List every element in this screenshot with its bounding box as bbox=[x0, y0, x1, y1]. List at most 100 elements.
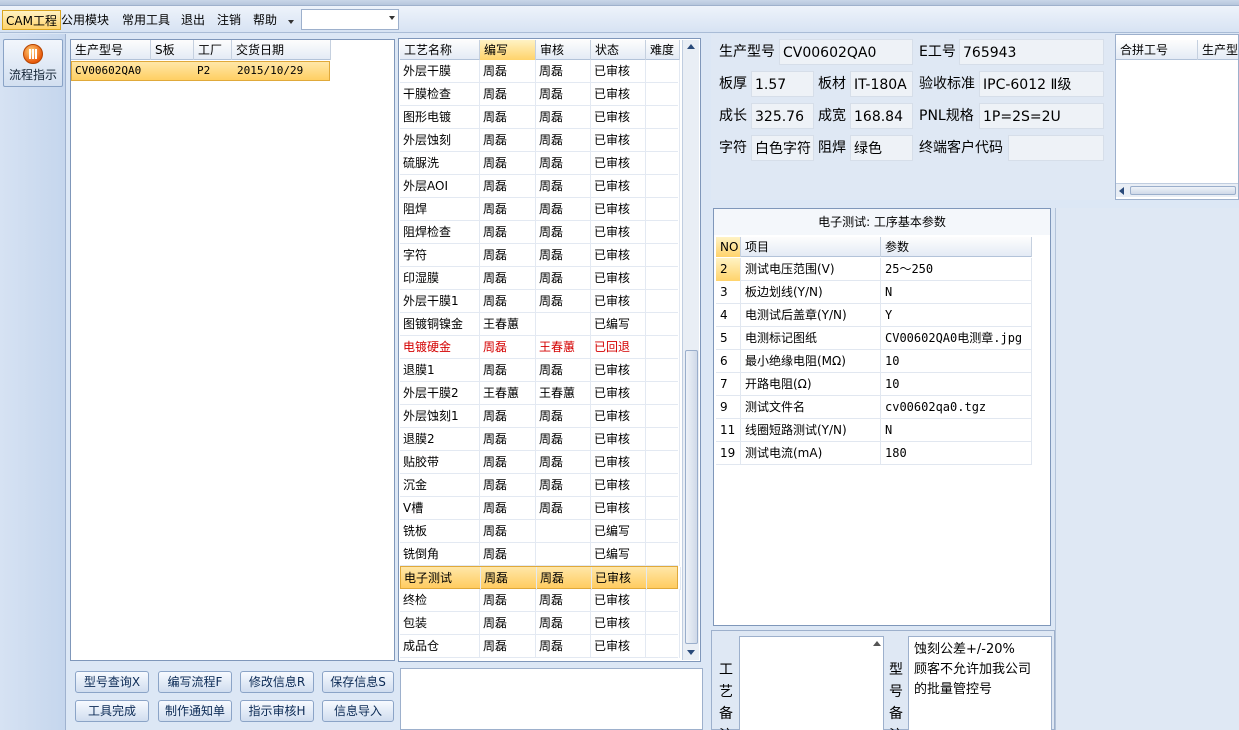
character-field[interactable]: 白色字符 bbox=[751, 135, 814, 161]
help-dropdown-arrow-icon[interactable] bbox=[288, 20, 294, 24]
width-field[interactable]: 168.84 bbox=[850, 103, 913, 129]
col-writer[interactable]: 编写 bbox=[480, 40, 536, 60]
menu-exit[interactable]: 退出 bbox=[178, 10, 208, 30]
process-row[interactable]: 外层干膜2 王春蕙 王春蕙 已审核 bbox=[400, 382, 680, 405]
process-row[interactable]: 外层蚀刻 周磊 周磊 已审核 bbox=[400, 129, 680, 152]
process-row[interactable]: 外层AOI 周磊 周磊 已审核 bbox=[400, 175, 680, 198]
process-list-scrollbar[interactable] bbox=[682, 40, 699, 660]
process-row[interactable]: 成品仓 周磊 周磊 已审核 bbox=[400, 635, 680, 658]
col-factory[interactable]: 工厂 bbox=[194, 40, 232, 60]
instruction-review-button[interactable]: 指示审核H bbox=[240, 700, 314, 722]
process-cell-reviewer: 周磊 bbox=[536, 635, 591, 658]
material-field[interactable]: IT-180A bbox=[850, 71, 913, 97]
thickness-label: 板厚 bbox=[719, 76, 747, 92]
process-row[interactable]: 阻焊 周磊 周磊 已审核 bbox=[400, 198, 680, 221]
process-row[interactable]: 铣倒角 周磊 已编写 bbox=[400, 543, 680, 566]
col-item[interactable]: 项目 bbox=[741, 237, 881, 257]
col-model[interactable]: 生产型号 bbox=[71, 40, 151, 60]
make-notice-button[interactable]: 制作通知单 bbox=[158, 700, 232, 722]
model-remark-textarea[interactable]: 蚀刻公差+/-20% 顾客不允许加我公司的批量管控号 bbox=[908, 636, 1052, 730]
process-row[interactable]: 电镀硬金 周磊 王春蕙 已回退 bbox=[400, 336, 680, 359]
scroll-up-icon[interactable] bbox=[687, 44, 695, 49]
info-import-button[interactable]: 信息导入 bbox=[322, 700, 394, 722]
process-row[interactable]: 图镀铜镍金 王春蕙 已编写 bbox=[400, 313, 680, 336]
write-flow-button[interactable]: 编写流程F bbox=[158, 671, 232, 693]
process-row[interactable]: 图形电镀 周磊 周磊 已审核 bbox=[400, 106, 680, 129]
etest-row[interactable]: 7 开路电阻(Ω) 10 bbox=[716, 373, 1032, 396]
col-merge-job-no[interactable]: 合拼工号 bbox=[1116, 40, 1198, 60]
process-row[interactable]: 退膜1 周磊 周磊 已审核 bbox=[400, 359, 680, 382]
etest-row[interactable]: 6 最小绝缘电阻(MΩ) 10 bbox=[716, 350, 1032, 373]
hscroll-thumb[interactable] bbox=[1130, 186, 1236, 195]
scroll-left-icon[interactable] bbox=[1119, 187, 1124, 195]
standard-field[interactable]: IPC-6012 Ⅱ级 bbox=[979, 71, 1104, 97]
tool-complete-button[interactable]: 工具完成 bbox=[75, 700, 149, 722]
process-row[interactable]: 铣板 周磊 已编写 bbox=[400, 520, 680, 543]
etest-row[interactable]: 19 测试电流(mA) 180 bbox=[716, 442, 1032, 465]
process-row[interactable]: 印湿膜 周磊 周磊 已审核 bbox=[400, 267, 680, 290]
soldermask-field[interactable]: 绿色 bbox=[850, 135, 913, 161]
scroll-thumb[interactable] bbox=[685, 350, 698, 644]
menu-help[interactable]: 帮助 bbox=[250, 10, 280, 30]
modify-info-button[interactable]: 修改信息R bbox=[240, 671, 314, 693]
etest-row[interactable]: 4 电测试后盖章(Y/N) Y bbox=[716, 304, 1032, 327]
chevron-down-icon[interactable] bbox=[389, 16, 395, 20]
model-field[interactable]: CV00602QA0 bbox=[779, 39, 913, 65]
order-factory: P2 bbox=[197, 64, 211, 77]
merge-hscrollbar[interactable] bbox=[1116, 183, 1238, 197]
col-status[interactable]: 状态 bbox=[591, 40, 646, 60]
col-s-board[interactable]: S板 bbox=[151, 40, 194, 60]
etest-row[interactable]: 11 线圈短路测试(Y/N) N bbox=[716, 419, 1032, 442]
etest-row[interactable]: 5 电测标记图纸 CV00602QA0电测章.jpg bbox=[716, 327, 1032, 350]
process-cell-writer: 周磊 bbox=[481, 567, 537, 590]
thickness-field[interactable]: 1.57 bbox=[751, 71, 814, 97]
process-cell-writer: 周磊 bbox=[480, 428, 536, 451]
etest-row[interactable]: 3 板边划线(Y/N) N bbox=[716, 281, 1032, 304]
process-row[interactable]: 外层干膜1 周磊 周磊 已审核 bbox=[400, 290, 680, 313]
col-delivery-date[interactable]: 交货日期 bbox=[232, 40, 331, 60]
scroll-up-icon[interactable] bbox=[873, 641, 881, 646]
process-note-textarea[interactable] bbox=[400, 668, 703, 730]
process-row[interactable]: 退膜2 周磊 周磊 已审核 bbox=[400, 428, 680, 451]
process-row[interactable]: 包装 周磊 周磊 已审核 bbox=[400, 612, 680, 635]
process-row[interactable]: V槽 周磊 周磊 已审核 bbox=[400, 497, 680, 520]
menu-common-modules[interactable]: 公用模块 bbox=[58, 10, 112, 30]
save-info-button[interactable]: 保存信息S bbox=[322, 671, 394, 693]
process-cell-diff bbox=[646, 290, 680, 313]
flow-indicator-button[interactable]: 流程指示 bbox=[3, 39, 63, 87]
menu-combo-box[interactable] bbox=[301, 9, 399, 30]
menu-logout[interactable]: 注销 bbox=[214, 10, 244, 30]
process-row[interactable]: 硫脲洗 周磊 周磊 已审核 bbox=[400, 152, 680, 175]
col-process-name[interactable]: 工艺名称 bbox=[400, 40, 480, 60]
process-row[interactable]: 电子测试 周磊 周磊 已审核 bbox=[400, 566, 681, 590]
process-row[interactable]: 沉金 周磊 周磊 已审核 bbox=[400, 474, 680, 497]
scroll-down-icon[interactable] bbox=[687, 650, 695, 655]
eno-field[interactable]: 765943 bbox=[959, 39, 1104, 65]
process-row[interactable]: 字符 周磊 周磊 已审核 bbox=[400, 244, 680, 267]
menu-cam-project[interactable]: CAM工程 bbox=[2, 10, 61, 30]
customer-code-field[interactable] bbox=[1008, 135, 1104, 161]
process-row[interactable]: 外层蚀刻1 周磊 周磊 已审核 bbox=[400, 405, 680, 428]
process-cell-writer: 周磊 bbox=[480, 129, 536, 152]
etest-row[interactable]: 2 测试电压范围(V) 25～250 bbox=[716, 258, 1032, 281]
col-merge-model[interactable]: 生产型 bbox=[1198, 40, 1238, 60]
col-no[interactable]: NO bbox=[716, 237, 741, 257]
model-remark-label: 型号备注 bbox=[887, 659, 905, 730]
etest-row[interactable]: 9 测试文件名 cv00602qa0.tgz bbox=[716, 396, 1032, 419]
col-difficulty[interactable]: 难度 bbox=[646, 40, 680, 60]
model-query-button[interactable]: 型号查询X bbox=[75, 671, 149, 693]
pnl-field[interactable]: 1P=2S=2U bbox=[979, 103, 1104, 129]
process-row[interactable]: 贴胶带 周磊 周磊 已审核 bbox=[400, 451, 680, 474]
process-cell-status: 已审核 bbox=[591, 428, 646, 451]
length-field[interactable]: 325.76 bbox=[751, 103, 814, 129]
process-row[interactable]: 外层干膜 周磊 周磊 已审核 bbox=[400, 60, 680, 83]
process-cell-writer: 周磊 bbox=[480, 152, 536, 175]
col-param[interactable]: 参数 bbox=[881, 237, 1032, 257]
process-row[interactable]: 终检 周磊 周磊 已审核 bbox=[400, 589, 680, 612]
process-remark-textarea[interactable] bbox=[739, 636, 884, 730]
process-row[interactable]: 干膜检查 周磊 周磊 已审核 bbox=[400, 83, 680, 106]
order-row[interactable]: CV00602QA0 P2 2015/10/29 bbox=[71, 61, 330, 81]
process-row[interactable]: 阻焊检查 周磊 周磊 已审核 bbox=[400, 221, 680, 244]
menu-common-tools[interactable]: 常用工具 bbox=[119, 10, 173, 30]
col-reviewer[interactable]: 审核 bbox=[536, 40, 591, 60]
